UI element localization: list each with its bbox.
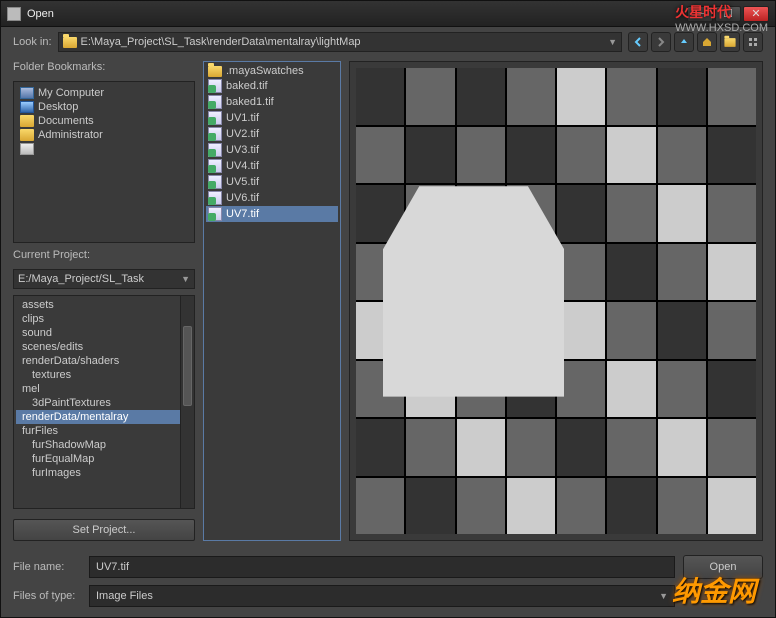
tree-item[interactable]: clips — [16, 312, 192, 326]
image-file-icon — [208, 95, 222, 109]
file-item-selected[interactable]: UV7.tif — [206, 206, 338, 222]
file-item[interactable]: baked.tif — [206, 78, 338, 94]
filetype-label: Files of type: — [13, 590, 81, 602]
file-item[interactable]: UV2.tif — [206, 126, 338, 142]
tree-item[interactable]: scenes/edits — [16, 340, 192, 354]
image-file-icon — [208, 127, 222, 141]
lookin-toolbar: Look in: E:\Maya_Project\SL_Task\renderD… — [1, 27, 775, 57]
file-item[interactable]: baked1.tif — [206, 94, 338, 110]
image-file-icon — [208, 111, 222, 125]
computer-icon — [20, 87, 34, 99]
preview-shape — [383, 186, 564, 396]
file-item[interactable]: UV1.tif — [206, 110, 338, 126]
image-file-icon — [208, 79, 222, 93]
lookin-label: Look in: — [13, 36, 52, 48]
project-value: E:/Maya_Project/SL_Task — [18, 273, 144, 285]
open-dialog: Open ─ ☐ ✕ Look in: E:\Maya_Project\SL_T… — [0, 0, 776, 618]
file-item[interactable]: .mayaSwatches — [206, 64, 338, 78]
app-icon — [7, 7, 21, 21]
close-button[interactable]: ✕ — [743, 6, 769, 22]
image-file-icon — [208, 159, 222, 173]
home-button[interactable] — [697, 32, 717, 52]
tree-item[interactable]: textures — [16, 368, 192, 382]
tree-item[interactable]: furImages — [16, 466, 192, 480]
bookmark-empty[interactable] — [18, 142, 190, 156]
tree-item[interactable]: furShadowMap — [16, 438, 192, 452]
desktop-icon — [20, 101, 34, 113]
tree-item[interactable]: assets — [16, 298, 192, 312]
path-text: E:\Maya_Project\SL_Task\renderData\menta… — [81, 36, 361, 48]
file-item[interactable]: UV3.tif — [206, 142, 338, 158]
tree-item[interactable]: renderData/shaders — [16, 354, 192, 368]
project-label: Current Project: — [13, 249, 195, 261]
image-file-icon — [208, 191, 222, 205]
project-dropdown[interactable]: E:/Maya_Project/SL_Task ▼ — [13, 269, 195, 289]
chevron-down-icon: ▼ — [608, 37, 617, 47]
open-button[interactable]: Open — [683, 555, 763, 579]
file-list: .mayaSwatches baked.tif baked1.tif UV1.t… — [203, 61, 341, 541]
project-tree: assets clips sound scenes/edits renderDa… — [13, 295, 195, 509]
bookmark-documents[interactable]: Documents — [18, 114, 190, 128]
scrollbar-thumb[interactable] — [183, 326, 192, 406]
set-project-button[interactable]: Set Project... — [13, 519, 195, 541]
folder-icon — [208, 66, 222, 77]
tree-item[interactable]: furFiles — [16, 424, 192, 438]
file-item[interactable]: UV6.tif — [206, 190, 338, 206]
folder-icon — [20, 129, 34, 141]
chevron-down-icon: ▼ — [659, 591, 668, 601]
tree-item-selected[interactable]: renderData/mentalray — [16, 410, 192, 424]
bookmarks-label: Folder Bookmarks: — [13, 61, 195, 73]
minimize-button[interactable]: ─ — [687, 6, 713, 22]
up-button[interactable] — [674, 32, 694, 52]
scrollbar[interactable] — [180, 296, 194, 508]
tree-item[interactable]: sound — [16, 326, 192, 340]
bookmark-administrator[interactable]: Administrator — [18, 128, 190, 142]
titlebar[interactable]: Open ─ ☐ ✕ — [1, 1, 775, 27]
new-folder-button[interactable] — [720, 32, 740, 52]
filename-input[interactable]: UV7.tif — [89, 556, 675, 578]
view-options-button[interactable] — [743, 32, 763, 52]
maximize-button[interactable]: ☐ — [715, 6, 741, 22]
folder-icon — [20, 115, 34, 127]
path-dropdown[interactable]: E:\Maya_Project\SL_Task\renderData\menta… — [58, 32, 622, 52]
tree-item[interactable]: mel — [16, 382, 192, 396]
tree-item[interactable]: 3dPaintTextures — [16, 396, 192, 410]
file-item[interactable]: UV4.tif — [206, 158, 338, 174]
back-button[interactable] — [628, 32, 648, 52]
image-file-icon — [208, 207, 222, 221]
folder-icon — [63, 37, 77, 48]
chevron-down-icon: ▼ — [181, 274, 190, 284]
bookmark-my-computer[interactable]: My Computer — [18, 86, 190, 100]
file-item[interactable]: UV5.tif — [206, 174, 338, 190]
blank-icon — [20, 143, 34, 155]
tree-item[interactable]: furEqualMap — [16, 452, 192, 466]
window-title: Open — [27, 8, 687, 20]
filetype-dropdown[interactable]: Image Files ▼ — [89, 585, 675, 607]
filename-label: File name: — [13, 561, 81, 573]
image-file-icon — [208, 175, 222, 189]
bookmark-desktop[interactable]: Desktop — [18, 100, 190, 114]
forward-button[interactable] — [651, 32, 671, 52]
image-file-icon — [208, 143, 222, 157]
bookmarks-panel: My Computer Desktop Documents Administra… — [13, 81, 195, 243]
preview-pane — [349, 61, 763, 541]
